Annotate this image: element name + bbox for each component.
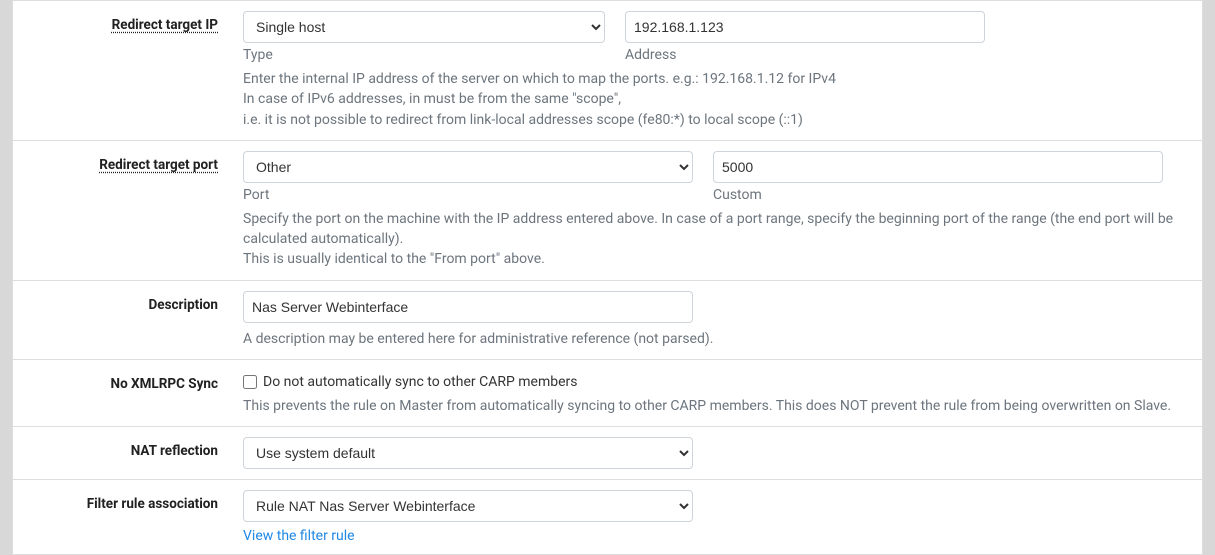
description-input[interactable]	[243, 291, 693, 323]
filter-rule-association-select[interactable]: Rule NAT Nas Server Webinterface	[243, 490, 693, 522]
sub-label-type: Type	[243, 47, 605, 63]
row-nat-reflection: NAT reflection Use system default	[13, 426, 1202, 479]
label-filter-rule-association: Filter rule association	[87, 496, 218, 512]
label-redirect-target-port: Redirect target port	[99, 157, 218, 173]
help-no-xmlrpc-sync: This prevents the rule on Master from au…	[243, 396, 1187, 416]
row-no-xmlrpc-sync: No XMLRPC Sync Do not automatically sync…	[13, 359, 1202, 426]
help-redirect-target-ip: Enter the internal IP address of the ser…	[243, 69, 1187, 130]
label-no-xmlrpc-sync: No XMLRPC Sync	[111, 376, 218, 392]
redirect-target-ip-type-select[interactable]: Single host	[243, 11, 605, 43]
help-description: A description may be entered here for ad…	[243, 329, 1187, 349]
sub-label-port: Port	[243, 187, 693, 203]
label-description: Description	[149, 297, 218, 313]
redirect-target-port-select[interactable]: Other	[243, 151, 693, 183]
label-nat-reflection: NAT reflection	[131, 443, 218, 459]
no-xmlrpc-sync-checkbox-label[interactable]: Do not automatically sync to other CARP …	[243, 370, 1187, 390]
no-xmlrpc-sync-checkbox-text: Do not automatically sync to other CARP …	[263, 374, 578, 390]
redirect-target-ip-address-input[interactable]	[625, 11, 985, 43]
nat-reflection-select[interactable]: Use system default	[243, 437, 693, 469]
label-redirect-target-ip: Redirect target IP	[112, 17, 218, 33]
row-filter-rule-association: Filter rule association Rule NAT Nas Ser…	[13, 479, 1202, 554]
row-redirect-target-port: Redirect target port Other Port Custom S…	[13, 140, 1202, 280]
sub-label-custom: Custom	[713, 187, 1187, 203]
row-redirect-target-ip: Redirect target IP Single host Type Addr…	[13, 1, 1202, 140]
view-filter-rule-link[interactable]: View the filter rule	[243, 528, 355, 544]
redirect-target-port-custom-input[interactable]	[713, 151, 1163, 183]
help-redirect-target-port: Specify the port on the machine with the…	[243, 209, 1187, 270]
row-description: Description A description may be entered…	[13, 280, 1202, 359]
sub-label-address: Address	[625, 47, 985, 63]
no-xmlrpc-sync-checkbox[interactable]	[243, 375, 257, 389]
